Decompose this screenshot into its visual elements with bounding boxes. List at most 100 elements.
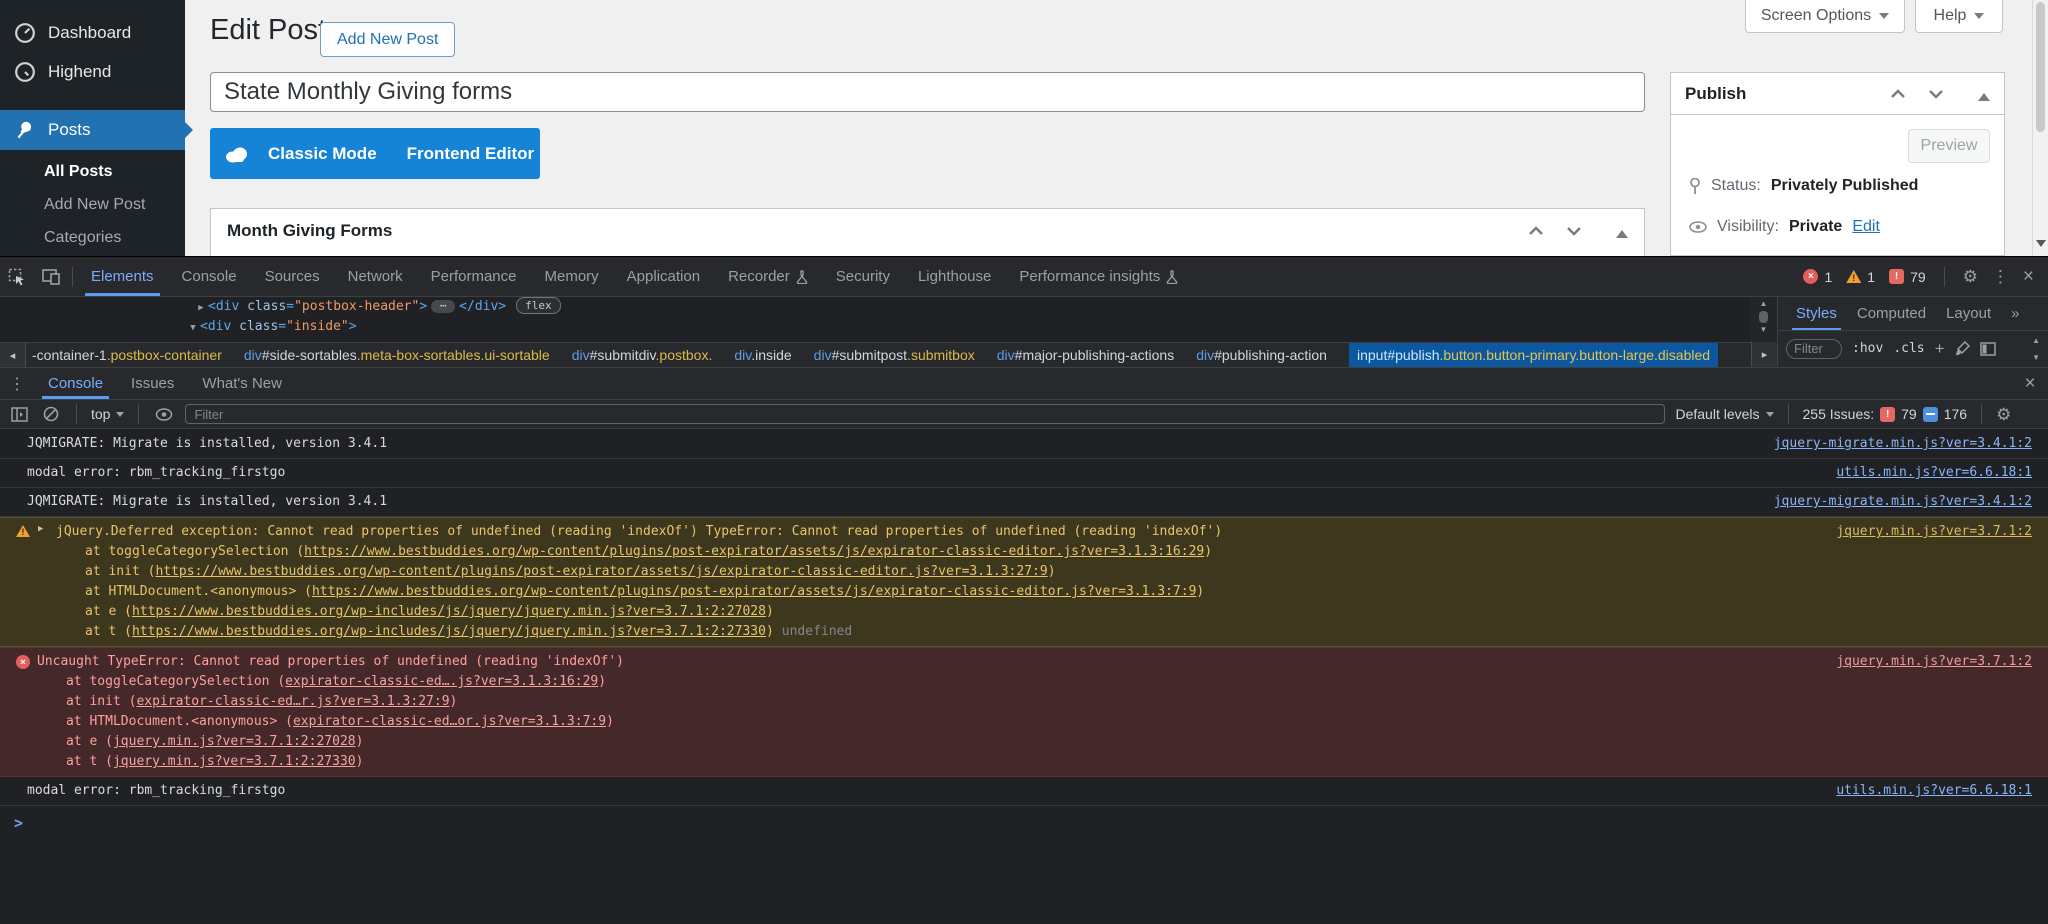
metabox-header[interactable]: Month Giving Forms [211, 209, 1644, 253]
inspect-element-icon[interactable] [0, 257, 34, 296]
chevron-down-icon[interactable] [1928, 89, 1944, 99]
devtools-tab-sources[interactable]: Sources [251, 257, 334, 296]
breadcrumb-item[interactable]: div#submitpost.submitbox [814, 343, 975, 368]
live-expression-eye-icon[interactable] [153, 408, 175, 421]
device-toolbar-icon[interactable] [34, 257, 68, 296]
breadcrumb-item[interactable]: div#submitdiv.postbox. [572, 343, 713, 368]
preview-button[interactable]: Preview [1908, 129, 1990, 163]
stack-frame-link[interactable]: expirator-classic-ed…r.js?ver=3.1.3:27:9 [136, 694, 449, 709]
styles-tab-styles[interactable]: Styles [1788, 297, 1845, 330]
issues-summary[interactable]: 255 Issues: ! 79 176 [1803, 406, 1968, 422]
styles-tab-computed[interactable]: Computed [1849, 297, 1934, 330]
new-style-rule-icon[interactable]: + [1935, 339, 1945, 359]
tree-expander-icon[interactable]: ▼ [186, 318, 200, 338]
settings-gear-icon[interactable]: ⚙ [1963, 268, 1978, 285]
message-source-link[interactable]: utils.min.js?ver=6.6.18:1 [1836, 463, 2032, 483]
help-button[interactable]: Help [1915, 0, 2003, 33]
message-source-link[interactable]: jquery.min.js?ver=3.7.1:2 [1836, 652, 2032, 672]
devtools-tab-performance[interactable]: Performance [417, 257, 531, 296]
styles-filter-input[interactable] [1786, 339, 1842, 359]
drawer-tab-console[interactable]: Console [34, 368, 117, 399]
stack-frame-link[interactable]: expirator-classic-ed…or.js?ver=3.1.3:7:9 [293, 714, 606, 729]
sidebar-item-dashboard[interactable]: Dashboard [0, 14, 185, 52]
post-title-input[interactable] [210, 72, 1645, 112]
message-source-link[interactable]: utils.min.js?ver=6.6.18:1 [1836, 781, 2032, 801]
devtools-tab-network[interactable]: Network [334, 257, 417, 296]
breadcrumb-item[interactable]: div#publishing-action [1196, 343, 1327, 368]
devtools-tab-console[interactable]: Console [168, 257, 251, 296]
chevron-up-icon[interactable] [1890, 89, 1906, 99]
breadcrumb-item[interactable]: input#publish.button.button-primary.butt… [1349, 343, 1718, 368]
issues-badge-icon[interactable]: ! [1889, 269, 1904, 284]
scroll-up-icon[interactable]: ▲ [2032, 336, 2040, 345]
breadcrumb-item[interactable]: div#side-sortables.meta-box-sortables.ui… [244, 343, 550, 368]
add-new-post-button[interactable]: Add New Post [320, 22, 455, 57]
devtools-tab-elements[interactable]: Elements [77, 257, 168, 296]
stack-frame-link[interactable]: https://www.bestbuddies.org/wp-content/p… [304, 544, 1204, 559]
scroll-up-icon[interactable]: ▲ [1760, 299, 1768, 309]
devtools-tab-memory[interactable]: Memory [531, 257, 613, 296]
stack-frame-link[interactable]: expirator-classic-ed….js?ver=3.1.3:16:29 [285, 674, 598, 689]
brush-icon[interactable] [1955, 341, 1970, 356]
stack-frame-link[interactable]: https://www.bestbuddies.org/wp-content/p… [155, 564, 1047, 579]
error-badge-icon[interactable]: × [1803, 269, 1818, 284]
stack-frame-link[interactable]: https://www.bestbuddies.org/wp-includes/… [132, 604, 766, 619]
styles-tab-layout[interactable]: Layout [1938, 297, 1999, 330]
sidebar-subitem-categories[interactable]: Categories [44, 229, 121, 247]
stack-frame-link[interactable]: jquery.min.js?ver=3.7.1:2:27330 [113, 754, 356, 769]
stack-frame-link[interactable]: https://www.bestbuddies.org/wp-includes/… [132, 624, 766, 639]
publish-header[interactable]: Publish [1671, 73, 2004, 115]
breadcrumb-item[interactable]: div.inside [734, 343, 791, 368]
console-sidebar-toggle-icon[interactable] [8, 407, 30, 422]
warning-badge-icon[interactable]: ! [1846, 270, 1861, 283]
tree-expander-icon[interactable]: ▶ [194, 298, 208, 318]
toggle-class-button[interactable]: .cls [1893, 341, 1924, 356]
breadcrumb-item[interactable]: div#major-publishing-actions [997, 343, 1174, 368]
scrollbar-thumb[interactable] [2036, 2, 2045, 132]
devtools-tab-security[interactable]: Security [822, 257, 904, 296]
chevron-up-icon[interactable] [1528, 226, 1544, 236]
message-source-link[interactable]: jquery-migrate.min.js?ver=3.4.1:2 [1774, 492, 2032, 512]
message-source-link[interactable]: jquery-migrate.min.js?ver=3.4.1:2 [1774, 434, 2032, 454]
elements-scrollbar[interactable]: ▲ ▼ [1750, 297, 1777, 342]
log-levels-selector[interactable]: Default levels [1675, 406, 1773, 422]
stack-frame-link[interactable]: jquery.min.js?ver=3.7.1:2:27028 [113, 734, 356, 749]
dom-tree-node[interactable]: ▶<div class="postbox-header">⋯</div>flex [0, 297, 1750, 317]
toggle-hover-state-button[interactable]: :hov [1852, 341, 1883, 356]
close-drawer-icon[interactable]: × [2012, 368, 2048, 399]
scroll-down-icon[interactable]: ▼ [1760, 325, 1768, 335]
devtools-tab-recorder[interactable]: Recorder [714, 257, 822, 296]
flex-layout-badge[interactable]: flex [516, 297, 561, 314]
message-source-link[interactable]: jquery.min.js?ver=3.7.1:2 [1836, 522, 2032, 542]
clear-console-icon[interactable] [40, 406, 62, 422]
breadcrumb-scroll-left-icon[interactable]: ◂ [0, 343, 26, 367]
sidebar-subitem-all-posts[interactable]: All Posts [44, 163, 112, 181]
breadcrumb-item[interactable]: -container-1.postbox-container [32, 343, 222, 368]
drawer-menu-kebab-icon[interactable]: ⋮ [0, 368, 34, 399]
expand-inline-icon[interactable]: ⋯ [431, 300, 455, 313]
devtools-tab-application[interactable]: Application [613, 257, 714, 296]
devtools-tab-performance-insights[interactable]: Performance insights [1005, 257, 1192, 296]
classic-mode-button[interactable]: Classic Mode [268, 144, 377, 164]
console-prompt[interactable]: > [0, 806, 2048, 832]
message-expander-icon[interactable]: ▶ [38, 524, 43, 534]
screen-options-button[interactable]: Screen Options [1745, 0, 1905, 33]
chevron-down-icon[interactable] [1566, 226, 1582, 236]
scrollbar-thumb[interactable] [1759, 311, 1768, 323]
scrollbar-down-arrow[interactable] [2036, 240, 2046, 252]
collapse-toggle-icon[interactable] [1616, 224, 1628, 238]
context-selector[interactable]: top [91, 406, 124, 422]
dom-tree-node[interactable]: ▼<div class="inside"> [0, 317, 1750, 337]
console-filter-input[interactable] [185, 404, 1665, 424]
page-scrollbar[interactable] [2032, 0, 2048, 256]
breadcrumb-scroll-right-icon[interactable]: ▸ [1751, 342, 1777, 367]
stack-frame-link[interactable]: https://www.bestbuddies.org/wp-content/p… [312, 584, 1196, 599]
devtools-tab-lighthouse[interactable]: Lighthouse [904, 257, 1005, 296]
drawer-tab-issues[interactable]: Issues [117, 368, 188, 399]
sidebar-item-highend[interactable]: Highend [0, 53, 185, 91]
collapse-toggle-icon[interactable] [1978, 87, 1990, 101]
more-options-kebab-icon[interactable]: ⋮ [1992, 268, 2009, 285]
frontend-editor-button[interactable]: Frontend Editor [407, 144, 534, 164]
scroll-down-icon[interactable]: ▼ [2032, 353, 2040, 362]
visibility-edit-link[interactable]: Edit [1852, 218, 1880, 236]
